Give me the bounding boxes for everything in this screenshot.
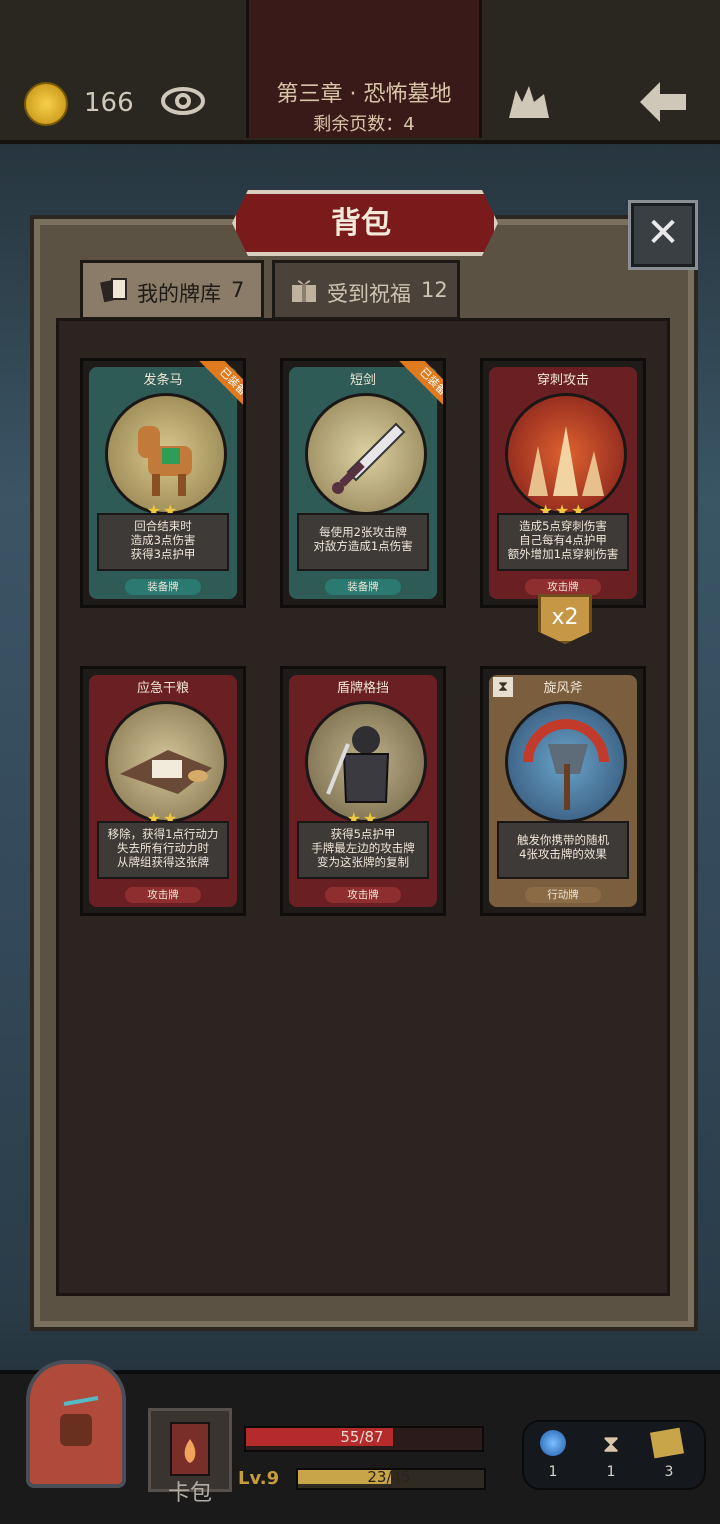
close-icon[interactable]: ✕ (628, 200, 698, 270)
card-type: 攻击牌 (525, 579, 601, 595)
card-pack-label: 卡包 (167, 1481, 212, 1506)
card-type: 攻击牌 (325, 887, 401, 903)
card-title: 应急干粮 (136, 681, 189, 696)
card-whirlwind-axe[interactable]: ⧗ 旋风斧 触发你携带的随机 4张攻击牌的效果 行动牌 (480, 666, 646, 916)
tab-blessings-label: 受到祝福 (327, 282, 411, 306)
card-art (505, 393, 627, 515)
desc-line: 4张攻击牌的效果 (519, 847, 607, 861)
coin-icon (24, 82, 68, 126)
card-description: 回合结束时 造成3点伤害 获得3点护甲 (97, 513, 229, 571)
cards-icon[interactable] (649, 1427, 685, 1459)
desc-line: 移除，获得1点行动力 (107, 827, 219, 841)
card-description: 每使用2张攻击牌 对敌方造成1点伤害 (297, 513, 429, 571)
tab-blessings[interactable]: 受到祝福 12 (272, 260, 460, 320)
deck-icon (100, 278, 127, 303)
desc-line: 触发你携带的随机 (517, 833, 609, 847)
desc-line: 回合结束时 (134, 519, 192, 533)
card-pierce-attack[interactable]: 穿刺攻击 ★★★ 造成5点穿刺伤害 自己每有4点护甲 额外增加1点穿刺伤害 攻击… (480, 358, 646, 608)
card-wind-up-horse[interactable]: 发条马 ★★ 回合结束时 造成3点伤害 获得3点护甲 装备牌 已装备 (80, 358, 246, 608)
card-description: 触发你携带的随机 4张攻击牌的效果 (497, 821, 629, 879)
eye-icon[interactable] (160, 84, 206, 118)
card-short-sword[interactable]: 短剑 每使用2张攻击牌 对敌方造成1点伤害 装备牌 已装备 (280, 358, 446, 608)
desc-line: 每使用2张攻击牌 (319, 525, 407, 539)
axe-icon (523, 719, 609, 810)
item-count: 3 (664, 1464, 674, 1480)
equipped-label: 已装备 (198, 361, 243, 417)
spikes-icon (528, 426, 604, 496)
card-art (505, 701, 627, 823)
fist-icon (60, 1396, 99, 1446)
desc-line: 从牌组获得这张牌 (117, 855, 209, 869)
item-count: 1 (606, 1464, 616, 1480)
card-description: 造成5点穿刺伤害 自己每有4点护甲 额外增加1点穿刺伤害 (497, 513, 629, 571)
card-description: 移除，获得1点行动力 失去所有行动力时 从牌组获得这张牌 (97, 821, 229, 879)
desc-line: 变为这张牌的复制 (317, 855, 409, 869)
back-arrow-icon[interactable] (636, 78, 690, 126)
card-title: 旋风斧 (543, 681, 583, 696)
card-art (305, 701, 427, 823)
desc-line: 获得5点护甲 (330, 827, 396, 841)
hourglass-icon[interactable]: ⧗ (600, 1430, 622, 1460)
tab-blessings-count: 12 (421, 278, 448, 302)
shield-knight-icon (326, 726, 390, 803)
card-art (105, 701, 227, 823)
tab-my-deck-label: 我的牌库 (137, 282, 221, 306)
backpack-title: 背包 (331, 206, 391, 241)
desc-line: 失去所有行动力时 (117, 841, 209, 855)
desc-line: 额外增加1点穿刺伤害 (507, 547, 619, 561)
xp-text: 23/45 (367, 1468, 411, 1486)
chapter-banner: 第三章 · 恐怖墓地 剩余页数：4 (246, 0, 482, 138)
chapter-title: 第三章 · 恐怖墓地 (276, 82, 452, 107)
pages-left: 剩余页数：4 (313, 114, 415, 135)
hp-text: 55/87 (340, 1428, 384, 1446)
card-type: 装备牌 (125, 579, 201, 595)
rations-icon (120, 750, 212, 794)
monster-icon[interactable] (504, 80, 554, 122)
desc-line: 对敌方造成1点伤害 (313, 539, 413, 553)
desc-line: 自己每有4点护甲 (519, 533, 607, 547)
tab-my-deck-count: 7 (231, 278, 245, 302)
card-type: 攻击牌 (125, 887, 201, 903)
gift-icon (292, 280, 316, 302)
desc-line: 获得3点护甲 (130, 547, 196, 561)
hero-portrait[interactable] (26, 1360, 126, 1488)
desc-line: 造成5点穿刺伤害 (519, 519, 607, 533)
item-count: 1 (548, 1464, 558, 1480)
coin-count: 166 (84, 88, 134, 118)
card-emergency-rations[interactable]: 应急干粮 ★★ 移除，获得1点行动力 失去所有行动力时 从牌组获得这张牌 攻击牌 (80, 666, 246, 916)
equipped-ribbon: 已装备 (383, 361, 443, 421)
card-title: 穿刺攻击 (536, 373, 589, 388)
card-title: 盾牌格挡 (336, 681, 389, 696)
tab-my-deck[interactable]: 我的牌库 7 (80, 260, 264, 320)
desc-line: 造成3点伤害 (130, 533, 196, 547)
card-type: 装备牌 (325, 579, 401, 595)
level-label: Lv.9 (238, 1468, 280, 1489)
equipped-ribbon: 已装备 (183, 361, 243, 421)
equipped-label: 已装备 (398, 361, 443, 417)
card-description: 获得5点护甲 手牌最左边的攻击牌 变为这张牌的复制 (297, 821, 429, 879)
card-shield-block[interactable]: 盾牌格挡 ★★ 获得5点护甲 手牌最左边的攻击牌 变为这张牌的复制 攻击牌 (280, 666, 446, 916)
orb-icon[interactable] (540, 1430, 566, 1456)
desc-line: 手牌最左边的攻击牌 (311, 841, 415, 855)
card-type: 行动牌 (525, 887, 601, 903)
